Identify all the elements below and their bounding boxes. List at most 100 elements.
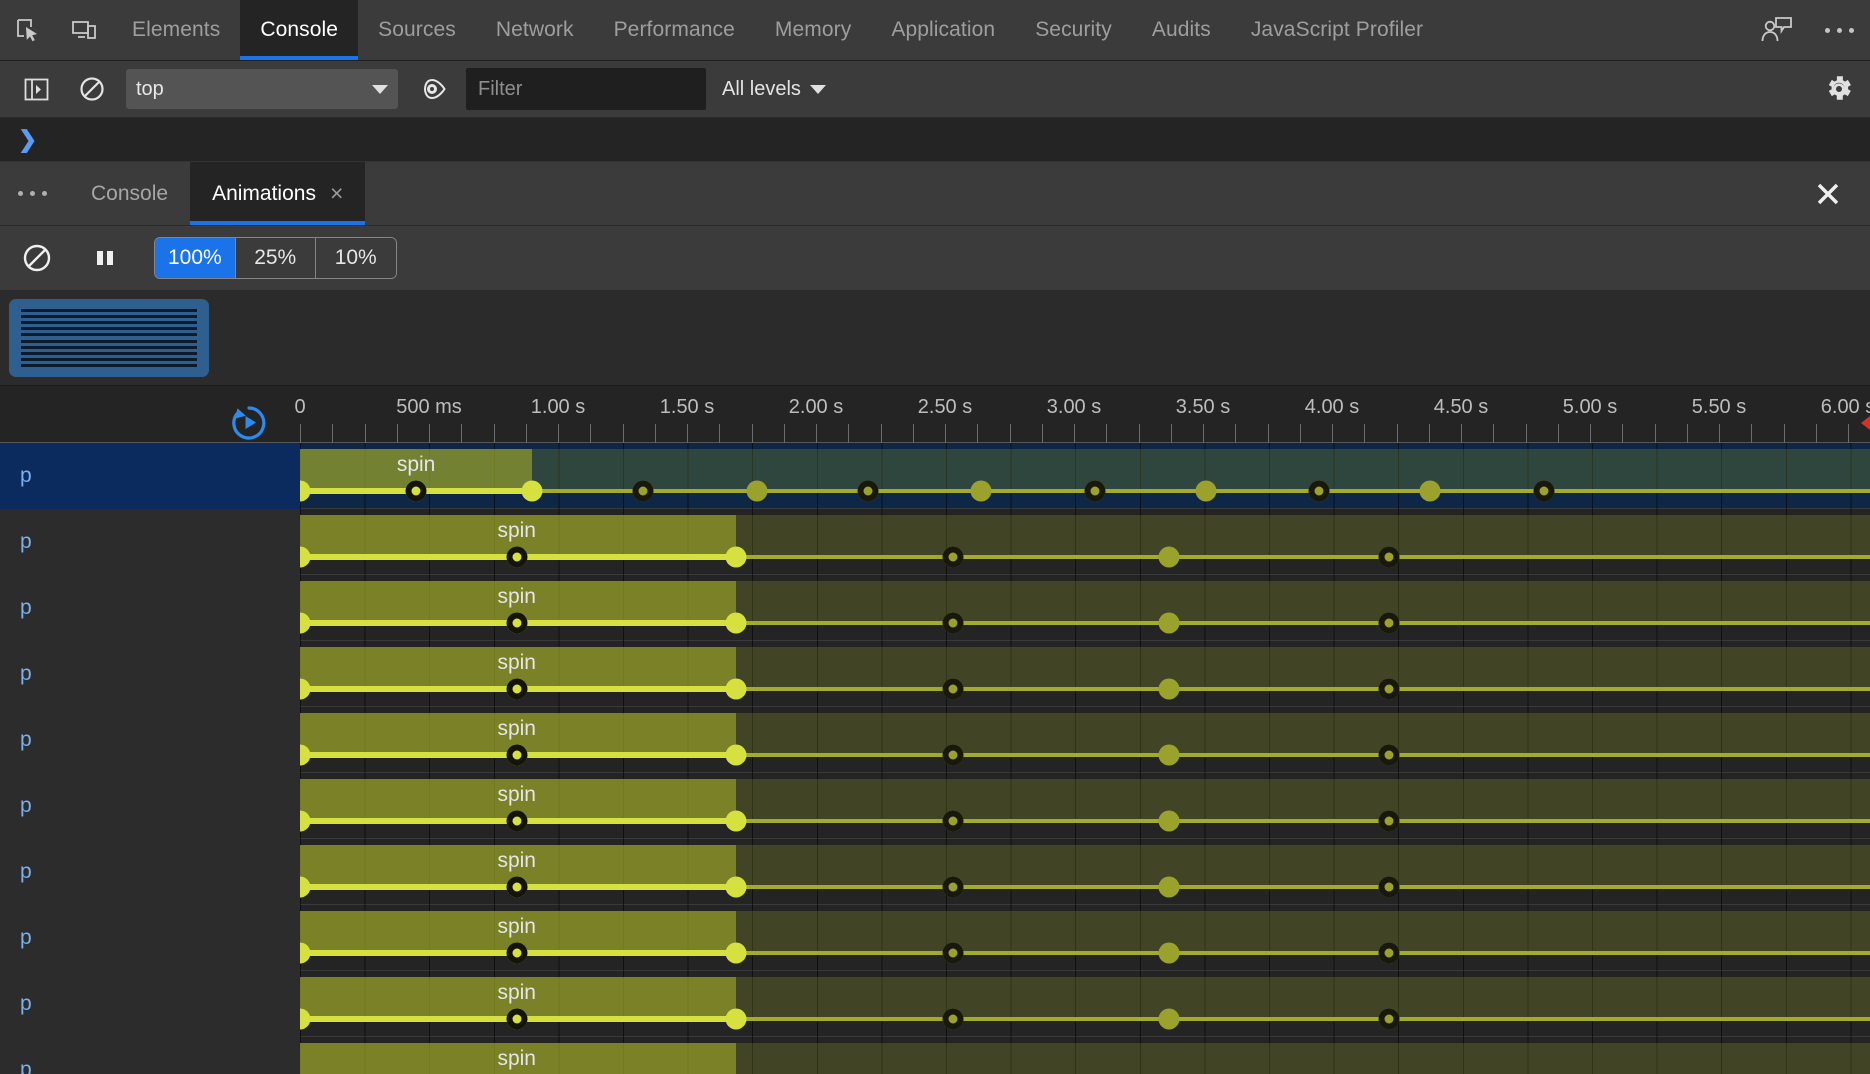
keyframe-marker[interactable] (942, 1008, 964, 1030)
keyframe-marker[interactable] (1195, 480, 1217, 502)
keyframe-marker[interactable] (1378, 1008, 1400, 1030)
keyframe-marker[interactable] (1158, 612, 1180, 634)
javascript-context-select[interactable]: top (126, 69, 398, 109)
keyframe-marker[interactable] (942, 744, 964, 766)
speed-100[interactable]: 100% (155, 238, 236, 278)
drawer-tab-animations[interactable]: Animations × (190, 162, 366, 225)
tab-elements[interactable]: Elements (112, 0, 240, 60)
console-sidebar-icon[interactable] (14, 67, 58, 111)
keyframe-marker[interactable] (632, 480, 654, 502)
animation-row[interactable]: p spin (0, 971, 1870, 1037)
animation-track[interactable]: spin (289, 443, 1870, 509)
tab-memory[interactable]: Memory (755, 0, 871, 60)
keyframe-marker[interactable] (942, 876, 964, 898)
keyframe-marker[interactable] (1158, 678, 1180, 700)
animation-row[interactable]: p spin (0, 773, 1870, 839)
keyframe-marker[interactable] (1378, 876, 1400, 898)
animation-node-label[interactable]: p (0, 509, 300, 575)
keyframe-marker[interactable] (1158, 744, 1180, 766)
animation-track[interactable]: spin (289, 707, 1870, 773)
animation-track[interactable]: spin (289, 905, 1870, 971)
keyframe-marker[interactable] (521, 480, 543, 502)
animation-track[interactable]: spin (289, 641, 1870, 707)
keyframe-marker[interactable] (405, 480, 427, 502)
keyframe-marker[interactable] (506, 1008, 528, 1030)
speed-25[interactable]: 25% (235, 238, 316, 278)
tab-network[interactable]: Network (476, 0, 594, 60)
keyframe-marker[interactable] (725, 876, 747, 898)
animation-track[interactable]: spin (289, 839, 1870, 905)
tab-security[interactable]: Security (1015, 0, 1132, 60)
animation-row[interactable]: p spin (0, 839, 1870, 905)
keyframe-marker[interactable] (857, 480, 879, 502)
gear-icon[interactable] (1822, 72, 1856, 106)
keyframe-marker[interactable] (725, 612, 747, 634)
clear-console-icon[interactable] (70, 67, 114, 111)
animation-node-label[interactable]: p (0, 839, 300, 905)
speed-10[interactable]: 10% (315, 238, 396, 278)
animation-track[interactable]: spin (289, 971, 1870, 1037)
keyframe-marker[interactable] (1378, 546, 1400, 568)
tab-console[interactable]: Console (240, 0, 359, 60)
keyframe-marker[interactable] (506, 678, 528, 700)
animation-node-label[interactable]: p (0, 641, 300, 707)
console-prompt-line[interactable]: ❯ (0, 118, 1870, 162)
keyframe-marker[interactable] (506, 744, 528, 766)
keyframe-marker[interactable] (725, 546, 747, 568)
keyframe-marker[interactable] (942, 678, 964, 700)
tab-application[interactable]: Application (871, 0, 1015, 60)
keyframe-marker[interactable] (725, 810, 747, 832)
keyframe-marker[interactable] (1533, 480, 1555, 502)
drawer-more-tools-button[interactable] (0, 162, 69, 225)
animation-row[interactable]: p spin (0, 443, 1870, 509)
keyframe-marker[interactable] (506, 876, 528, 898)
keyframe-marker[interactable] (942, 612, 964, 634)
keyframe-marker[interactable] (1084, 480, 1106, 502)
keyframe-marker[interactable] (725, 1008, 747, 1030)
keyframe-marker[interactable] (1158, 546, 1180, 568)
keyframe-marker[interactable] (1378, 744, 1400, 766)
animation-node-label[interactable]: p (0, 971, 300, 1037)
keyframe-marker[interactable] (506, 546, 528, 568)
animation-track[interactable]: spin (300, 1037, 1870, 1074)
animation-node-label[interactable]: p (0, 707, 300, 773)
animation-node-label[interactable]: p (0, 1037, 300, 1074)
keyframe-marker[interactable] (942, 942, 964, 964)
animation-node-label[interactable]: p (0, 773, 300, 839)
keyframe-marker[interactable] (942, 546, 964, 568)
keyframe-marker[interactable] (506, 612, 528, 634)
animation-row[interactable]: p spin (0, 575, 1870, 641)
drawer-tab-console[interactable]: Console (69, 162, 190, 225)
tab-audits[interactable]: Audits (1132, 0, 1231, 60)
animation-track[interactable]: spin (289, 509, 1870, 575)
replay-icon[interactable] (228, 402, 270, 444)
keyframe-marker[interactable] (970, 480, 992, 502)
console-filter-input[interactable] (466, 68, 706, 110)
keyframe-marker[interactable] (1158, 1008, 1180, 1030)
keyframe-marker[interactable] (725, 942, 747, 964)
animation-row[interactable]: p spin (0, 905, 1870, 971)
keyframe-marker[interactable] (746, 480, 768, 502)
tab-javascript-profiler[interactable]: JavaScript Profiler (1231, 0, 1443, 60)
keyframe-marker[interactable] (725, 744, 747, 766)
pause-icon[interactable] (80, 233, 130, 283)
keyframe-marker[interactable] (725, 678, 747, 700)
keyframe-marker[interactable] (506, 810, 528, 832)
inspect-element-icon[interactable] (0, 0, 56, 60)
keyframe-marker[interactable] (1378, 810, 1400, 832)
animation-row[interactable]: p spin (0, 641, 1870, 707)
close-icon[interactable]: × (330, 182, 343, 205)
keyframe-marker[interactable] (1378, 678, 1400, 700)
animation-node-label[interactable]: p (0, 443, 300, 509)
clear-animations-icon[interactable] (12, 233, 62, 283)
animation-node-label[interactable]: p (0, 575, 300, 641)
animation-row[interactable]: p spin (0, 707, 1870, 773)
keyframe-marker[interactable] (942, 810, 964, 832)
keyframe-marker[interactable] (1419, 480, 1441, 502)
log-level-select[interactable]: All levels (722, 78, 826, 101)
drawer-close-button[interactable] (1786, 162, 1870, 225)
keyframe-marker[interactable] (1158, 942, 1180, 964)
more-options-icon[interactable] (1808, 0, 1870, 60)
keyframe-marker[interactable] (506, 942, 528, 964)
tab-sources[interactable]: Sources (358, 0, 476, 60)
